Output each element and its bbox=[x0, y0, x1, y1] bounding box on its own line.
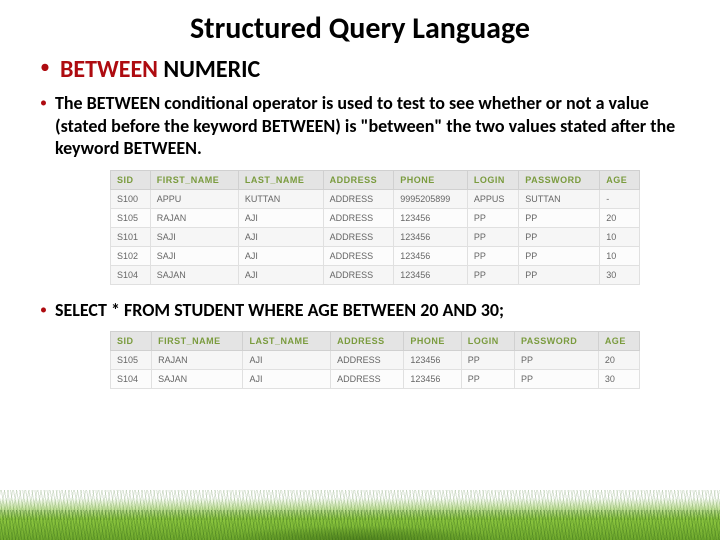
student-table-full: SIDFIRST_NAMELAST_NAMEADDRESSPHONELOGINP… bbox=[110, 170, 640, 285]
table-result: SIDFIRST_NAMELAST_NAMEADDRESSPHONELOGINP… bbox=[110, 331, 640, 389]
bullet-icon: • bbox=[40, 55, 50, 79]
column-header: SID bbox=[111, 331, 152, 350]
table-cell: S104 bbox=[111, 265, 151, 284]
table-cell: SAJI bbox=[150, 246, 238, 265]
column-header: ADDRESS bbox=[331, 331, 404, 350]
table-cell: PP bbox=[461, 350, 514, 369]
table-cell: 30 bbox=[600, 265, 640, 284]
table-cell: 123456 bbox=[404, 350, 461, 369]
table-row: S104SAJANAJIADDRESS123456PPPP30 bbox=[111, 265, 640, 284]
slide-title: Structured Query Language bbox=[0, 0, 720, 53]
heading-keyword: BETWEEN bbox=[60, 55, 158, 84]
table-row: S100APPUKUTTANADDRESS9995205899APPUSSUTT… bbox=[111, 189, 640, 208]
table-cell: PP bbox=[467, 208, 518, 227]
table-cell: 123456 bbox=[394, 265, 468, 284]
bullet-icon: • bbox=[40, 299, 47, 320]
table-cell: PP bbox=[519, 265, 600, 284]
table-row: S102SAJIAJIADDRESS123456PPPP10 bbox=[111, 246, 640, 265]
column-header: PASSWORD bbox=[514, 331, 598, 350]
column-header: AGE bbox=[600, 170, 640, 189]
table-cell: 123456 bbox=[394, 227, 468, 246]
table-cell: S100 bbox=[111, 189, 151, 208]
table-cell: PP bbox=[467, 246, 518, 265]
table-cell: S105 bbox=[111, 208, 151, 227]
table-cell: 9995205899 bbox=[394, 189, 468, 208]
table-cell: PP bbox=[519, 246, 600, 265]
table-cell: PP bbox=[467, 265, 518, 284]
column-header: ADDRESS bbox=[323, 170, 394, 189]
table-full: SIDFIRST_NAMELAST_NAMEADDRESSPHONELOGINP… bbox=[110, 170, 640, 285]
column-header: LAST_NAME bbox=[238, 170, 323, 189]
table-cell: SUTTAN bbox=[519, 189, 600, 208]
table-cell: ADDRESS bbox=[331, 350, 404, 369]
table-row: S105RAJANAJIADDRESS123456PPPP20 bbox=[111, 208, 640, 227]
column-header: SID bbox=[111, 170, 151, 189]
table-row: S101SAJIAJIADDRESS123456PPPP10 bbox=[111, 227, 640, 246]
column-header: AGE bbox=[598, 331, 639, 350]
table-cell: S105 bbox=[111, 350, 152, 369]
table-cell: PP bbox=[461, 369, 514, 388]
table-cell: 123456 bbox=[404, 369, 461, 388]
table-cell: APPU bbox=[150, 189, 238, 208]
sql-query: SELECT * FROM STUDENT WHERE AGE BETWEEN … bbox=[55, 299, 504, 321]
column-header: LOGIN bbox=[467, 170, 518, 189]
table-cell: ADDRESS bbox=[323, 246, 394, 265]
column-header: FIRST_NAME bbox=[152, 331, 243, 350]
column-header: PASSWORD bbox=[519, 170, 600, 189]
table-cell: ADDRESS bbox=[323, 189, 394, 208]
table-row: S105RAJANAJIADDRESS123456PPPP20 bbox=[111, 350, 640, 369]
heading-rest: NUMERIC bbox=[158, 55, 260, 84]
column-header: PHONE bbox=[394, 170, 468, 189]
table-cell: ADDRESS bbox=[331, 369, 404, 388]
heading-row: • BETWEEN NUMERIC bbox=[0, 53, 720, 90]
table-cell: AJI bbox=[243, 369, 331, 388]
table-cell: 123456 bbox=[394, 208, 468, 227]
table-cell: APPUS bbox=[467, 189, 518, 208]
table-cell: PP bbox=[514, 369, 598, 388]
table-cell: AJI bbox=[238, 265, 323, 284]
table-cell: PP bbox=[514, 350, 598, 369]
table-cell: RAJAN bbox=[150, 208, 238, 227]
table-cell: 20 bbox=[600, 208, 640, 227]
table-cell: KUTTAN bbox=[238, 189, 323, 208]
section-heading: BETWEEN NUMERIC bbox=[60, 55, 260, 84]
table-cell: AJI bbox=[238, 246, 323, 265]
table-cell: S101 bbox=[111, 227, 151, 246]
table-cell: ADDRESS bbox=[323, 227, 394, 246]
table-cell: S104 bbox=[111, 369, 152, 388]
table-cell: 10 bbox=[600, 246, 640, 265]
student-table-result: SIDFIRST_NAMELAST_NAMEADDRESSPHONELOGINP… bbox=[110, 331, 640, 389]
table-cell: SAJI bbox=[150, 227, 238, 246]
table-cell: 20 bbox=[598, 350, 639, 369]
grass-decoration bbox=[0, 480, 720, 540]
table-cell: PP bbox=[519, 227, 600, 246]
column-header: LOGIN bbox=[461, 331, 514, 350]
table-cell: SAJAN bbox=[152, 369, 243, 388]
query-row: • SELECT * FROM STUDENT WHERE AGE BETWEE… bbox=[0, 289, 720, 327]
table-cell: PP bbox=[519, 208, 600, 227]
table-row: S104SAJANAJIADDRESS123456PPPP30 bbox=[111, 369, 640, 388]
column-header: LAST_NAME bbox=[243, 331, 331, 350]
description-row: • The BETWEEN conditional operator is us… bbox=[0, 90, 720, 166]
table-cell: SAJAN bbox=[150, 265, 238, 284]
bullet-icon: • bbox=[40, 92, 47, 113]
table-cell: ADDRESS bbox=[323, 208, 394, 227]
column-header: FIRST_NAME bbox=[150, 170, 238, 189]
table-cell: AJI bbox=[238, 227, 323, 246]
description-text: The BETWEEN conditional operator is used… bbox=[55, 92, 696, 160]
table-cell: 123456 bbox=[394, 246, 468, 265]
table-cell: PP bbox=[467, 227, 518, 246]
table-cell: S102 bbox=[111, 246, 151, 265]
table-cell: AJI bbox=[238, 208, 323, 227]
table-cell: ADDRESS bbox=[323, 265, 394, 284]
table-cell: 30 bbox=[598, 369, 639, 388]
column-header: PHONE bbox=[404, 331, 461, 350]
table-cell: AJI bbox=[243, 350, 331, 369]
table-cell: RAJAN bbox=[152, 350, 243, 369]
table-cell: - bbox=[600, 189, 640, 208]
table-cell: 10 bbox=[600, 227, 640, 246]
